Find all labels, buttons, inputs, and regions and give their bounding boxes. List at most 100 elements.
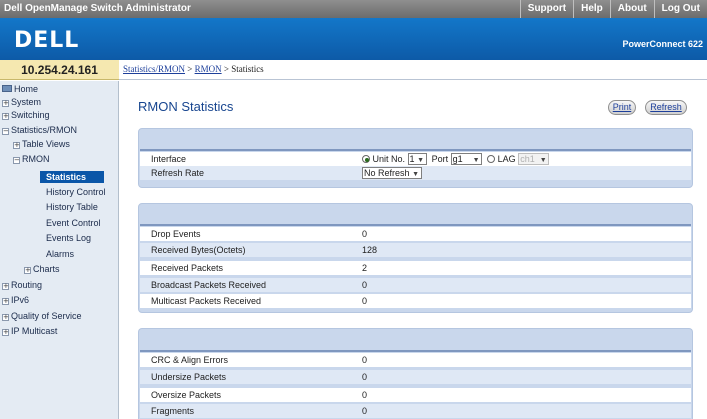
table-row: Oversize Packets 0 [140,388,691,402]
stat-label: Undersize Packets [151,372,227,382]
unit-select-value: 1 [409,154,415,164]
breadcrumb-statistics-rmon-link[interactable]: Statistics/RMON [123,64,185,74]
interface-controls: Unit No. 1 ▼ Port g1 ▼ LAG ch1 ▼ [362,152,550,166]
stat-value: 0 [362,229,368,239]
stat-label: Drop Events [151,229,201,239]
breadcrumb-separator: > [185,64,195,74]
unit-radio[interactable] [362,155,370,163]
collapse-icon[interactable]: − [13,157,20,164]
table-row: CRC & Align Errors 0 [140,353,691,367]
help-link[interactable]: Help [573,0,610,18]
lag-radio[interactable] [487,155,496,163]
about-link[interactable]: About [609,0,654,18]
chevron-down-icon: ▼ [412,171,419,178]
sidebar-item-label: Routing [11,280,43,290]
expand-icon[interactable]: + [2,100,9,107]
sidebar-item-system[interactable]: + System [2,96,41,108]
sidebar-item-switching[interactable]: + Switching [2,109,50,121]
log-out-link[interactable]: Log Out [653,0,707,18]
support-link[interactable]: Support [519,0,573,18]
sidebar-item-quality-of-service[interactable]: + Quality of Service [2,310,82,322]
sidebar-item-label: System [11,97,42,107]
lag-label: LAG [497,154,516,164]
stat-label: Received Packets [151,263,224,273]
sidebar-item-events-log[interactable]: Events Log [46,232,91,244]
error-stats-panel: CRC & Align Errors 0 Undersize Packets 0… [138,328,693,419]
sidebar-item-event-control[interactable]: Event Control [46,217,101,229]
stat-label: Received Bytes(Octets) [151,245,246,255]
sidebar-item-table-views[interactable]: + Table Views [13,138,70,150]
table-row: Fragments 0 [140,404,691,418]
expand-icon[interactable]: + [2,314,9,321]
table-row: Multicast Packets Received 0 [140,294,691,308]
refresh-rate-select[interactable]: No Refresh ▼ [362,167,422,179]
sidebar-item-label: Switching [11,110,50,120]
sidebar-item-history-table[interactable]: History Table [46,201,98,213]
table-row: Received Packets 2 [140,261,691,275]
sidebar-item-home[interactable]: Home [2,83,38,95]
stat-value: 2 [362,263,368,273]
sidebar-item-rmon[interactable]: − RMON [13,153,50,165]
refresh-button[interactable]: Refresh [645,100,687,115]
unit-label: Unit No. [372,154,406,164]
breadcrumb-current: Statistics [231,64,264,74]
print-button[interactable]: Print [608,100,636,115]
sidebar-item-ip-multicast[interactable]: + IP Multicast [2,325,57,337]
sidebar-item-label: RMON [22,154,50,164]
sidebar-item-history-control[interactable]: History Control [46,186,106,198]
page-title: RMON Statistics [138,99,234,114]
sidebar-item-ipv6[interactable]: + IPv6 [2,294,29,306]
sidebar-item-label: IPv6 [11,295,30,305]
refresh-rate-label: Refresh Rate [151,168,205,178]
panel-divider [140,224,691,226]
stat-label: Multicast Packets Received [151,296,262,306]
sidebar-nav: Home + System + Switching − Statistics/RMON… [0,81,119,419]
sidebar-item-routing[interactable]: + Routing [2,279,42,291]
unit-select[interactable]: 1 ▼ [407,153,427,165]
expand-icon[interactable]: + [2,283,9,290]
stat-value: 128 [362,245,378,255]
stat-value: 0 [362,280,368,290]
dell-logo: DELL [14,28,80,53]
sidebar-item-statistics-rmon[interactable]: − Statistics/RMON [2,124,77,136]
lag-select[interactable]: ch1 ▼ [518,153,550,165]
table-row: Drop Events 0 [140,227,691,241]
panel-divider [140,149,691,151]
port-select[interactable]: g1 ▼ [450,153,483,165]
top-links: Support Help About Log Out [519,0,707,18]
sidebar-item-charts[interactable]: + Charts [24,263,60,275]
collapse-icon[interactable]: − [2,128,9,135]
expand-icon[interactable]: + [13,142,20,149]
receive-stats-panel: Drop Events 0 Received Bytes(Octets) 128… [138,203,693,313]
table-row: Undersize Packets 0 [140,370,691,384]
refresh-rate-select-value: No Refresh [364,168,410,178]
top-bar: Dell OpenManage Switch Administrator Sup… [0,0,707,18]
ip-address: 10.254.24.161 [0,60,119,80]
expand-icon[interactable]: + [2,298,9,305]
interface-label: Interface [151,154,187,164]
stat-value: 0 [362,296,368,306]
expand-icon[interactable]: + [2,113,9,120]
table-row: Received Bytes(Octets) 128 [140,243,691,257]
breadcrumb-rmon-link[interactable]: RMON [195,64,222,74]
chevron-down-icon: ▼ [417,157,425,164]
stat-label: Fragments [151,406,195,416]
expand-icon[interactable]: + [2,329,9,336]
interface-panel: Interface Unit No. 1 ▼ Port g1 ▼ LAG ch1 … [138,128,693,188]
chevron-down-icon: ▼ [472,157,480,164]
sidebar-item-label: Quality of Service [11,311,82,321]
expand-icon[interactable]: + [24,267,31,274]
sidebar-item-label: Home [14,84,39,94]
refresh-rate-row: Refresh Rate No Refresh ▼ [140,166,691,180]
table-row: Broadcast Packets Received 0 [140,278,691,292]
sidebar-item-label: IP Multicast [11,326,58,336]
sidebar-item-alarms[interactable]: Alarms [46,248,74,260]
stat-label: Oversize Packets [151,390,222,400]
breadcrumb-separator: > [221,64,232,74]
stat-value: 0 [362,390,368,400]
stat-value: 0 [362,355,368,365]
sidebar-item-statistics[interactable]: Statistics [40,171,104,183]
stat-label: CRC & Align Errors [151,355,229,365]
product-name: PowerConnect 622 [622,39,703,49]
app-title: Dell OpenManage Switch Administrator [4,3,191,14]
